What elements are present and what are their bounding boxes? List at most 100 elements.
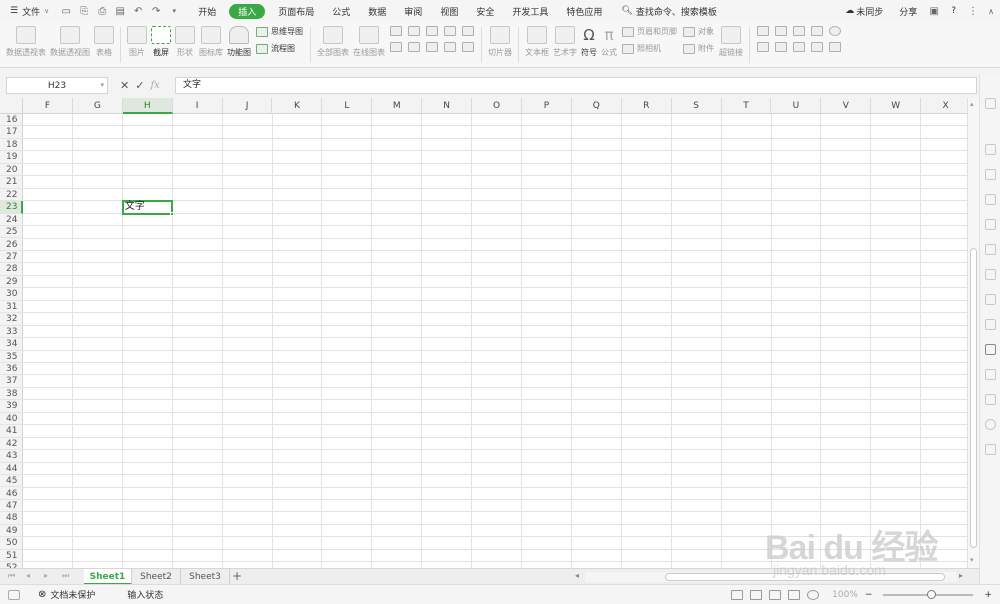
formula-input[interactable]: 文字 xyxy=(175,77,977,94)
fullscreen-icon[interactable] xyxy=(731,589,744,600)
zoom-in-button[interactable]: + xyxy=(984,590,992,600)
tab-security[interactable]: 安全 xyxy=(467,0,503,22)
tab-formulas[interactable]: 公式 xyxy=(323,0,359,22)
listbox-control-icon[interactable] xyxy=(757,42,769,52)
tab-developer[interactable]: 开发工具 xyxy=(503,0,557,22)
row-header[interactable]: 20 xyxy=(0,164,23,177)
row-header[interactable]: 41 xyxy=(0,425,23,438)
scroll-down-icon[interactable]: ▾ xyxy=(970,556,974,564)
picture-button[interactable]: 图片 xyxy=(127,22,147,58)
column-header[interactable]: T xyxy=(722,98,772,114)
side-settings-icon[interactable] xyxy=(985,444,996,455)
column-header[interactable]: N xyxy=(422,98,473,114)
table-button[interactable]: 表格 xyxy=(94,22,114,58)
column-header[interactable]: J xyxy=(223,98,273,114)
active-cell[interactable]: 文字 xyxy=(121,200,174,216)
groupbox-control-icon[interactable] xyxy=(793,26,805,36)
fill-handle[interactable] xyxy=(169,211,174,216)
row-header[interactable]: 43 xyxy=(0,450,23,463)
side-property-icon[interactable] xyxy=(985,244,996,255)
side-picture-icon[interactable] xyxy=(985,369,996,380)
column-header[interactable]: K xyxy=(273,98,323,114)
page-break-view-icon[interactable] xyxy=(788,589,801,600)
print-icon[interactable]: ⎙ xyxy=(93,0,111,22)
icon-library-button[interactable]: 图标库 xyxy=(199,22,223,58)
undo-icon[interactable]: ↶ xyxy=(129,0,147,22)
more-controls-icon[interactable] xyxy=(829,42,841,52)
save-icon[interactable]: ▭ xyxy=(57,0,75,22)
insert-function-icon[interactable]: fx xyxy=(150,80,159,91)
select-all-corner[interactable] xyxy=(0,98,23,114)
vertical-scrollbar[interactable]: ▴ ▾ xyxy=(967,98,979,568)
scrollbar-control-icon[interactable] xyxy=(793,42,805,52)
add-sheet-button[interactable]: + xyxy=(232,569,242,585)
command-search[interactable]: 🔍︎ 查找命令、搜索模板 xyxy=(611,0,726,22)
column-header[interactable]: M xyxy=(372,98,423,114)
side-backup-icon[interactable] xyxy=(985,344,996,355)
column-header[interactable]: L xyxy=(322,98,373,114)
side-layout-icon[interactable] xyxy=(985,269,996,280)
file-menu[interactable]: ☰ 文件 ∨ xyxy=(0,0,57,22)
column-header[interactable]: O xyxy=(472,98,522,114)
column-chart-icon[interactable] xyxy=(390,26,402,36)
screenshot-button[interactable]: 截屏 xyxy=(151,22,171,58)
art-text-button[interactable]: 艺术字 xyxy=(553,22,577,58)
shape-chart-icon[interactable] xyxy=(444,26,456,36)
column-header[interactable]: H xyxy=(122,98,173,114)
mind-map-button[interactable]: 思维导图 xyxy=(256,26,303,37)
row-header[interactable]: 49 xyxy=(0,525,23,538)
sheet-tab-2[interactable]: Sheet2 xyxy=(132,569,181,585)
row-header[interactable]: 27 xyxy=(0,251,23,264)
eye-protection-icon[interactable] xyxy=(807,589,820,600)
document-protection-status[interactable]: ⊗ 文档未保护 xyxy=(38,588,95,601)
column-header[interactable]: P xyxy=(522,98,572,114)
column-header[interactable]: Q xyxy=(572,98,622,114)
side-edit-icon[interactable] xyxy=(985,319,996,330)
row-header[interactable]: 21 xyxy=(0,176,23,189)
row-header[interactable]: 23 xyxy=(0,201,23,214)
side-history-icon[interactable] xyxy=(985,419,996,430)
tab-review[interactable]: 审阅 xyxy=(395,0,431,22)
column-header[interactable]: W xyxy=(871,98,922,114)
cancel-icon[interactable]: ✕ xyxy=(120,79,129,92)
side-list-icon[interactable] xyxy=(985,294,996,305)
scroll-left-icon[interactable]: ◂ xyxy=(575,571,579,580)
normal-view-icon[interactable] xyxy=(750,589,763,600)
row-header[interactable]: 24 xyxy=(0,214,23,227)
slicer-button[interactable]: 切片器 xyxy=(488,22,512,58)
checkbox-control-icon[interactable] xyxy=(811,26,823,36)
spreadsheet-grid[interactable]: FGHIJKLMNOPQRSTUVWX 16 17 18 19 20 21 22 23 24 25… xyxy=(0,98,967,568)
zoom-slider[interactable] xyxy=(883,589,974,599)
page-layout-view-icon[interactable] xyxy=(769,589,782,600)
function-chart-button[interactable]: 功能图 xyxy=(227,22,251,58)
pivot-table-button[interactable]: 数据透视表 xyxy=(6,22,46,58)
row-header[interactable]: 50 xyxy=(0,537,23,550)
column-header[interactable]: G xyxy=(73,98,123,114)
side-material-icon[interactable] xyxy=(985,394,996,405)
tab-data[interactable]: 数据 xyxy=(359,0,395,22)
column-header[interactable]: I xyxy=(173,98,223,114)
row-header[interactable]: 26 xyxy=(0,239,23,251)
more-options-icon[interactable]: ⋮ xyxy=(964,0,982,22)
tab-page-layout[interactable]: 页面布局 xyxy=(269,0,323,22)
row-header[interactable]: 16 xyxy=(0,114,23,127)
row-header[interactable]: 32 xyxy=(0,313,23,326)
pivot-chart-button[interactable]: 数据透视图 xyxy=(50,22,90,58)
sheet-tab-1[interactable]: Sheet1 xyxy=(84,569,132,585)
side-shape-icon[interactable] xyxy=(985,219,996,230)
row-header[interactable]: 39 xyxy=(0,400,23,413)
row-header[interactable]: 25 xyxy=(0,226,23,239)
row-header[interactable]: 35 xyxy=(0,351,23,363)
row-header[interactable]: 28 xyxy=(0,263,23,276)
macro-record-icon[interactable] xyxy=(8,589,20,600)
scroll-right-icon[interactable]: ▸ xyxy=(959,571,963,580)
minimize-ribbon-icon[interactable]: ▣ xyxy=(925,0,943,22)
column-header[interactable]: R xyxy=(622,98,672,114)
row-header[interactable]: 33 xyxy=(0,326,23,339)
side-format-icon[interactable] xyxy=(985,144,996,155)
shape-button[interactable]: 形状 xyxy=(175,22,195,58)
redo-icon[interactable]: ↷ xyxy=(147,0,165,22)
help-button[interactable]: ? xyxy=(943,0,964,22)
name-box-dropdown-icon[interactable]: ▾ xyxy=(100,81,104,89)
formula-button[interactable]: π 公式 xyxy=(601,22,617,58)
